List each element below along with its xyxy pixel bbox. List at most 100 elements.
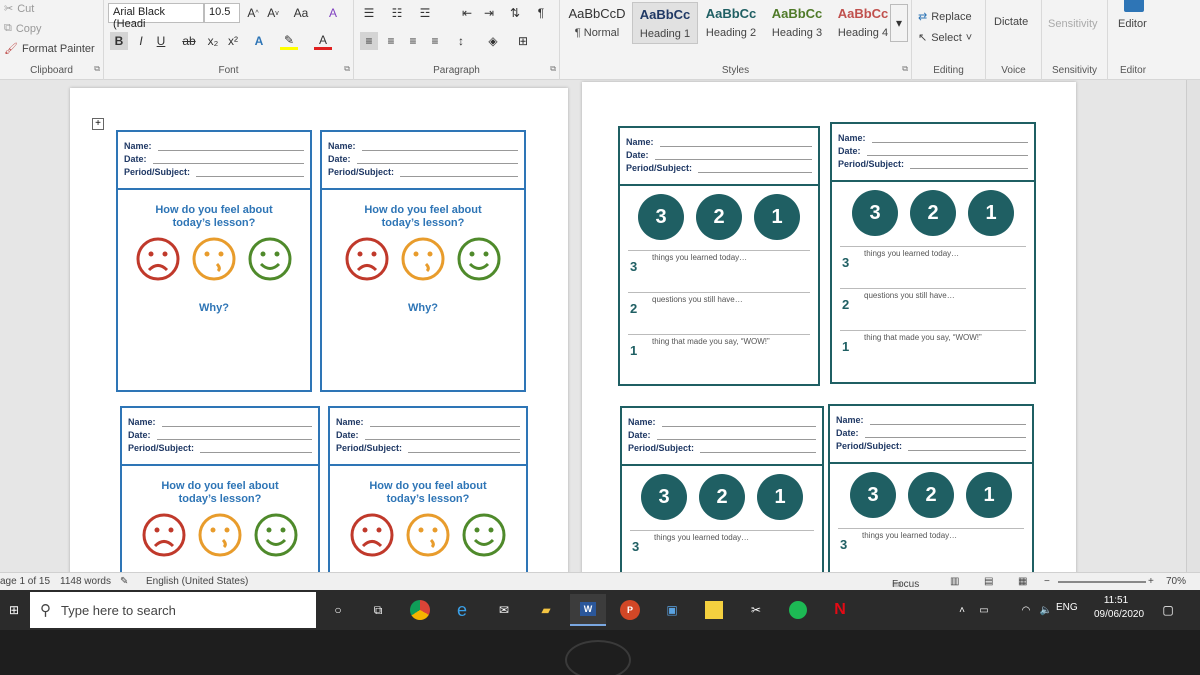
text-effects-icon[interactable]: A (250, 32, 268, 50)
period-field[interactable]: Period/Subject: (128, 440, 312, 453)
table-move-handle-icon[interactable]: + (92, 118, 104, 130)
period-field[interactable]: Period/Subject: (628, 440, 816, 453)
multilevel-list-icon[interactable]: ☲ (416, 4, 434, 22)
paragraph-launcher-icon[interactable]: ⧉ (550, 64, 556, 74)
period-field[interactable]: Period/Subject: (626, 160, 812, 173)
page-count[interactable]: age 1 of 15 (0, 576, 50, 587)
grow-font-icon[interactable]: A ^ (244, 4, 262, 22)
date-field[interactable]: Date: (626, 147, 812, 160)
shading-icon[interactable]: ◈ (484, 32, 502, 50)
file-explorer-icon[interactable]: ▰ (534, 598, 558, 622)
strikethrough-button[interactable]: ab (180, 32, 198, 50)
font-launcher-icon[interactable]: ⧉ (344, 64, 350, 74)
date-field[interactable]: Date: (128, 427, 312, 440)
zoom-level[interactable]: 70% (1166, 576, 1186, 587)
prompt-row[interactable]: 1 thing that made you say, “WOW!” (840, 330, 1026, 370)
align-center-icon[interactable]: ≡ (382, 32, 400, 50)
clock[interactable]: 11:51 09/06/2020 (1094, 594, 1144, 622)
date-field[interactable]: Date: (838, 143, 1028, 156)
styles-launcher-icon[interactable]: ⧉ (902, 64, 908, 74)
period-field[interactable]: Period/Subject: (838, 156, 1028, 169)
change-case-button[interactable]: Aa (288, 4, 314, 22)
bold-button[interactable]: B (110, 32, 128, 50)
subscript-button[interactable]: x₂ (204, 32, 222, 50)
date-field[interactable]: Date: (328, 151, 518, 164)
battery-icon[interactable]: ▭ (972, 598, 996, 622)
zoom-out-icon[interactable]: − (1044, 576, 1050, 587)
mail-icon[interactable]: ✉ (492, 598, 516, 622)
bullets-icon[interactable]: ☰ (360, 4, 378, 22)
editor-button[interactable]: Editor (1118, 18, 1147, 30)
highlight-icon[interactable]: ✎ (280, 32, 298, 50)
styles-scroll-icon[interactable]: ▾ (890, 4, 908, 42)
language-indicator[interactable]: ENG (1056, 602, 1078, 613)
format-painter-button[interactable]: 🖌 Format Painter (4, 42, 95, 56)
italic-button[interactable]: I (132, 32, 150, 50)
period-field[interactable]: Period/Subject: (336, 440, 520, 453)
name-field[interactable]: Name: (628, 414, 816, 427)
netflix-icon[interactable]: N (828, 598, 852, 622)
name-field[interactable]: Name: (124, 138, 304, 151)
cortana-icon[interactable]: ○ (326, 598, 350, 622)
align-right-icon[interactable]: ≡ (404, 32, 422, 50)
print-layout-icon[interactable]: ▤ (984, 576, 993, 587)
word-icon[interactable]: W (570, 594, 606, 626)
taskbar-search-box[interactable]: ⚲ Type here to search (30, 592, 316, 628)
date-field[interactable]: Date: (124, 151, 304, 164)
page-left[interactable]: + Name: Date: Period/Subject: How do you… (70, 88, 568, 572)
align-left-icon[interactable]: ≡ (360, 32, 378, 50)
font-family-select[interactable]: Arial Black (Headi (108, 3, 204, 30)
style-heading-1[interactable]: AaBbCc Heading 1 (632, 2, 698, 44)
numbering-icon[interactable]: ☷ (388, 4, 406, 22)
underline-button[interactable]: U (152, 32, 170, 50)
date-field[interactable]: Date: (836, 425, 1026, 438)
document-area[interactable]: + Name: Date: Period/Subject: How do you… (0, 80, 1200, 572)
copy-button[interactable]: ⧉ Copy (4, 22, 42, 35)
web-layout-icon[interactable]: ▦ (1018, 576, 1027, 587)
powerpoint-icon[interactable]: P (618, 598, 642, 622)
superscript-button[interactable]: x² (224, 32, 242, 50)
zoom-in-icon[interactable]: + (1148, 576, 1154, 587)
replace-button[interactable]: ⇄ Replace (918, 10, 972, 24)
clear-formatting-icon[interactable]: A (324, 4, 342, 22)
spotify-icon[interactable] (786, 598, 810, 622)
name-field[interactable]: Name: (838, 130, 1028, 143)
period-field[interactable]: Period/Subject: (328, 164, 518, 177)
date-field[interactable]: Date: (628, 427, 816, 440)
style-heading-3[interactable]: AaBbCc Heading 3 (764, 2, 830, 44)
windows-start-icon[interactable]: ⊞ (2, 598, 26, 622)
language[interactable]: English (United States) (146, 576, 248, 587)
prompt-row[interactable]: 2 questions you still have… (628, 292, 810, 332)
edge-icon[interactable]: e (450, 598, 474, 622)
date-field[interactable]: Date: (336, 427, 520, 440)
select-button[interactable]: ↖ Select ˅ (918, 31, 972, 45)
name-field[interactable]: Name: (328, 138, 518, 151)
name-field[interactable]: Name: (336, 414, 520, 427)
clipboard-launcher-icon[interactable]: ⧉ (94, 64, 100, 74)
chevron-up-icon[interactable]: ˄ (950, 598, 974, 622)
font-color-icon[interactable]: A (314, 32, 332, 50)
borders-icon[interactable]: ⊞ (514, 32, 532, 50)
period-field[interactable]: Period/Subject: (836, 438, 1026, 451)
prompt-row[interactable]: 1 thing that made you say, “WOW!” (628, 334, 810, 374)
prompt-row[interactable]: 2 questions you still have… (840, 288, 1026, 328)
sensitivity-button[interactable]: Sensitivity (1048, 18, 1098, 30)
prompt-row[interactable]: 3 things you learned today… (630, 530, 814, 570)
sort-icon[interactable]: ⇅ (506, 4, 524, 22)
read-mode-icon[interactable]: ▥ (950, 576, 959, 587)
style-normal[interactable]: AaBbCcD ¶ Normal (564, 2, 630, 44)
prompt-row[interactable]: 3 things you learned today… (840, 246, 1026, 286)
justify-icon[interactable]: ≡ (426, 32, 444, 50)
word-count[interactable]: 1148 words (60, 576, 111, 587)
decrease-indent-icon[interactable]: ⇤ (458, 4, 476, 22)
proofing-icon[interactable]: ✎ (120, 576, 128, 587)
snipping-tool-icon[interactable]: ✂ (744, 598, 768, 622)
name-field[interactable]: Name: (626, 134, 812, 147)
pilcrow-icon[interactable]: ¶ (532, 4, 550, 22)
vertical-scrollbar[interactable] (1186, 80, 1200, 572)
font-size-select[interactable]: 10.5 (204, 3, 240, 23)
style-heading-2[interactable]: AaBbCc Heading 2 (698, 2, 764, 44)
volume-icon[interactable]: 🔈 (1034, 598, 1058, 622)
line-spacing-icon[interactable]: ↕ (452, 32, 470, 50)
task-view-icon[interactable]: ⧉ (366, 598, 390, 622)
